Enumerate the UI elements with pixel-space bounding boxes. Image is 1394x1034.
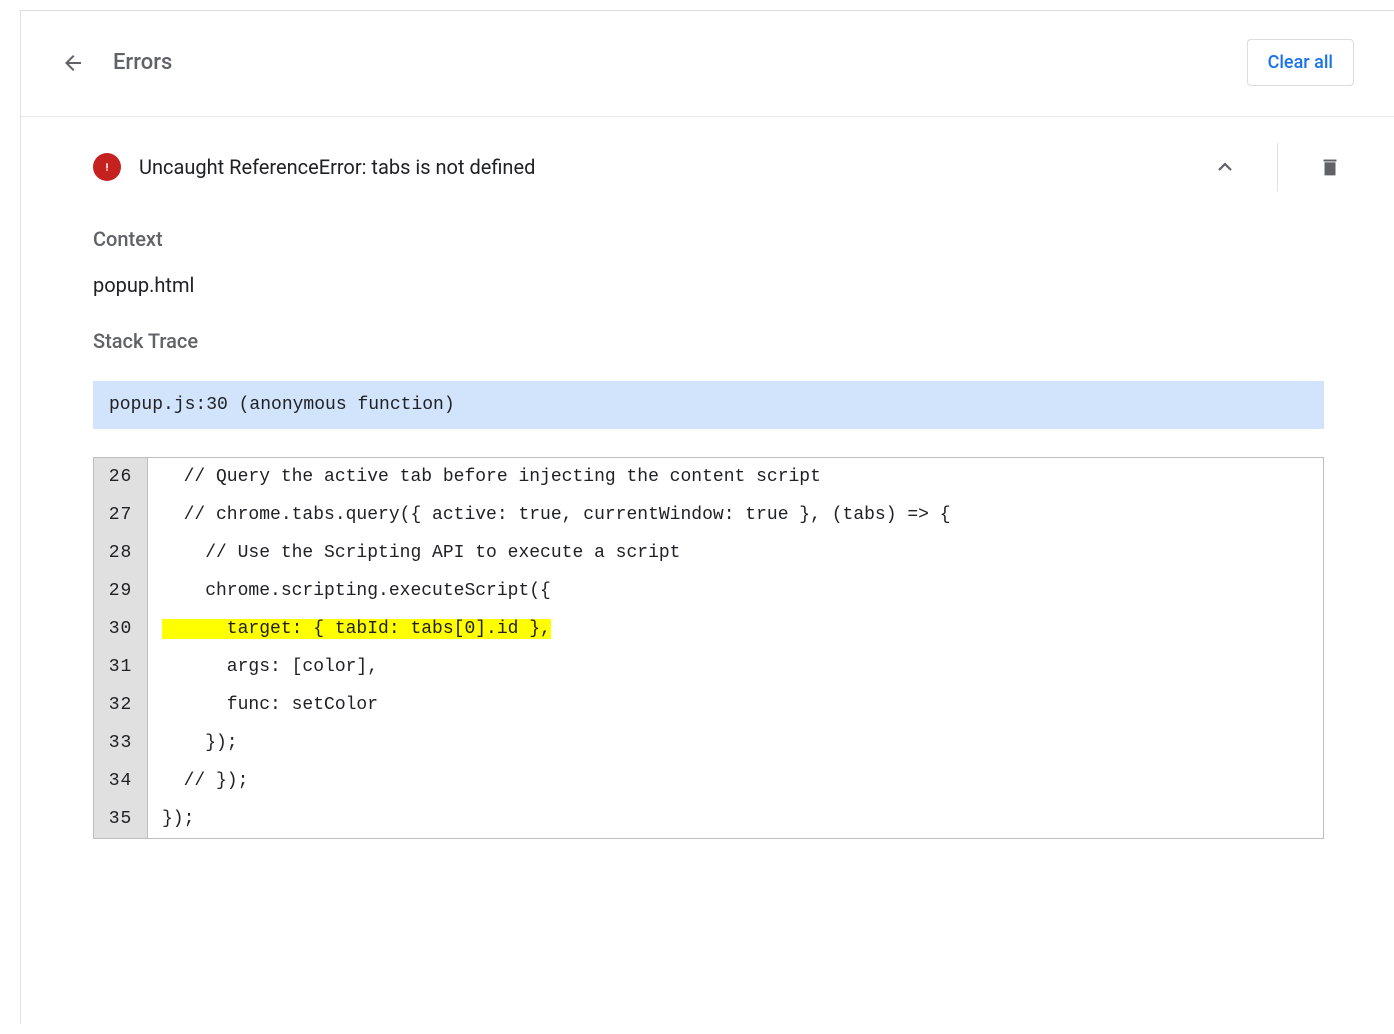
code-line: 28 // Use the Scripting API to execute a… (94, 534, 1323, 572)
code-line: 26 // Query the active tab before inject… (94, 458, 1323, 496)
line-number: 35 (94, 800, 148, 838)
line-content: target: { tabId: tabs[0].id }, (148, 610, 1323, 648)
code-line: 27 // chrome.tabs.query({ active: true, … (94, 496, 1323, 534)
highlighted-code: target: { tabId: tabs[0].id }, (162, 619, 551, 639)
code-line: 32 func: setColor (94, 686, 1323, 724)
line-number: 27 (94, 496, 148, 534)
header-left: Errors (61, 50, 172, 75)
line-content: chrome.scripting.executeScript({ (148, 572, 1323, 610)
action-separator (1277, 143, 1278, 191)
stack-trace-heading: Stack Trace (93, 329, 1324, 353)
line-content: // chrome.tabs.query({ active: true, cur… (148, 496, 1323, 534)
line-number: 26 (94, 458, 148, 496)
errors-panel: Errors Clear all Uncaught ReferenceError… (20, 10, 1394, 1024)
error-row[interactable]: Uncaught ReferenceError: tabs is not def… (21, 117, 1394, 217)
error-message: Uncaught ReferenceError: tabs is not def… (139, 155, 535, 179)
line-content: // Use the Scripting API to execute a sc… (148, 534, 1323, 572)
error-icon (93, 153, 121, 181)
code-block: 26 // Query the active tab before inject… (93, 457, 1324, 839)
line-content: }); (148, 800, 1323, 838)
line-content: args: [color], (148, 648, 1323, 686)
line-number: 31 (94, 648, 148, 686)
context-heading: Context (93, 227, 1324, 251)
header: Errors Clear all (21, 39, 1394, 117)
line-number: 34 (94, 762, 148, 800)
line-number: 32 (94, 686, 148, 724)
page-title: Errors (113, 50, 172, 75)
code-line: 35}); (94, 800, 1323, 838)
delete-error-icon[interactable] (1306, 143, 1354, 191)
line-number: 33 (94, 724, 148, 762)
error-details: Context popup.html Stack Trace popup.js:… (21, 227, 1394, 839)
error-summary: Uncaught ReferenceError: tabs is not def… (93, 153, 535, 181)
clear-all-button[interactable]: Clear all (1247, 39, 1354, 86)
code-line: 33 }); (94, 724, 1323, 762)
collapse-chevron-icon[interactable] (1201, 143, 1249, 191)
code-line: 29 chrome.scripting.executeScript({ (94, 572, 1323, 610)
stack-frame[interactable]: popup.js:30 (anonymous function) (93, 381, 1324, 429)
line-content: func: setColor (148, 686, 1323, 724)
line-content: }); (148, 724, 1323, 762)
back-arrow-icon[interactable] (61, 51, 85, 75)
line-number: 28 (94, 534, 148, 572)
context-value: popup.html (93, 273, 1324, 297)
code-line: 30 target: { tabId: tabs[0].id }, (94, 610, 1323, 648)
code-line: 31 args: [color], (94, 648, 1323, 686)
line-number: 30 (94, 610, 148, 648)
line-content: // }); (148, 762, 1323, 800)
line-content: // Query the active tab before injecting… (148, 458, 1323, 496)
line-number: 29 (94, 572, 148, 610)
error-actions (1201, 143, 1354, 191)
code-line: 34 // }); (94, 762, 1323, 800)
